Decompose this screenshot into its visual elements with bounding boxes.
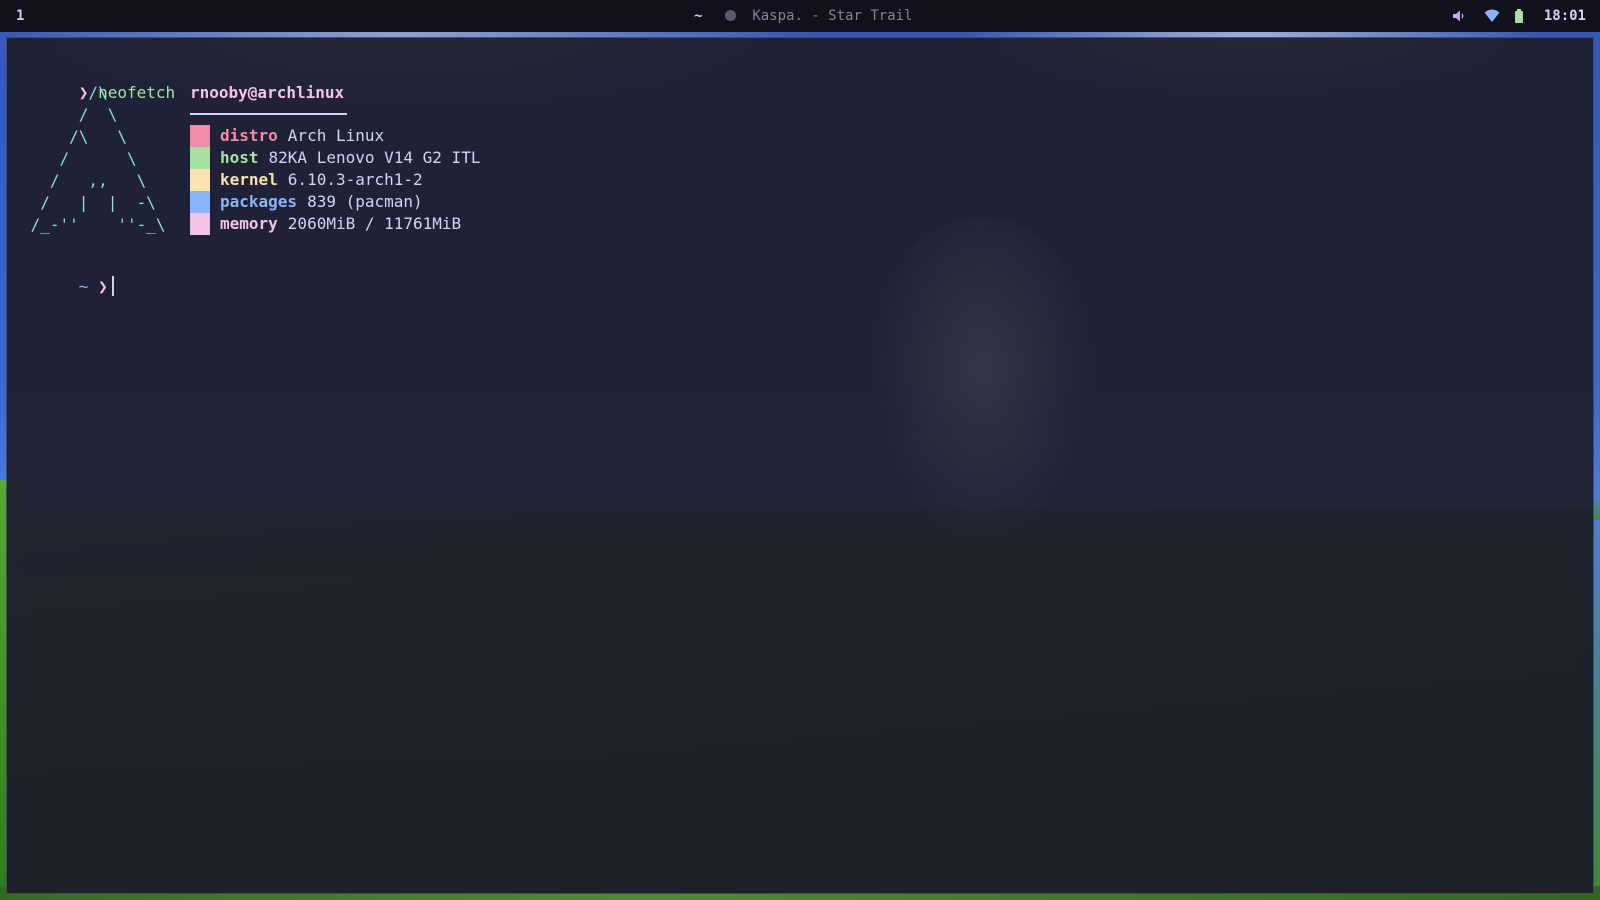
info-key: packages (220, 192, 298, 211)
info-row-host: host 82KA Lenovo V14 G2 ITL (190, 147, 480, 169)
wallpaper-ground-shade (7, 508, 1593, 893)
arch-logo: /\ / \ /\ \ / \ / ,, \ / | | -\ /_-'' ''… (21, 82, 166, 236)
color-swatch (190, 213, 210, 235)
text-cursor[interactable] (111, 276, 114, 296)
prompt-dir: ~ (78, 277, 89, 296)
logo-line: / \ (21, 105, 118, 124)
system-tray: 18:01 (1452, 7, 1586, 25)
media-title[interactable]: Kaspa. - Star Trail (752, 8, 912, 24)
input-prompt[interactable]: ~ ❯ (21, 254, 114, 320)
info-row-kernel: kernel 6.10.3-arch1-2 (190, 169, 423, 191)
info-row-memory: memory 2060MiB / 11761MiB (190, 213, 461, 235)
logo-line: / \ (21, 149, 137, 168)
info-value: 839 (pacman) (307, 192, 423, 211)
volume-icon[interactable] (1452, 9, 1466, 23)
clock[interactable]: 18:01 (1544, 8, 1586, 24)
user-host-underline (190, 113, 347, 115)
info-row-packages: packages 839 (pacman) (190, 191, 423, 213)
wifi-icon[interactable] (1484, 9, 1500, 23)
info-key: memory (220, 214, 278, 233)
info-key: distro (220, 126, 278, 145)
color-swatch (190, 147, 210, 169)
info-key: host (220, 148, 259, 167)
workspace-indicator[interactable]: 1 (16, 8, 24, 24)
info-value: 6.10.3-arch1-2 (287, 170, 423, 189)
prompt-symbol: ❯ (98, 277, 108, 296)
logo-line: /\ (21, 83, 108, 102)
top-bar: 1 ~ Kaspa. - Star Trail 18:01 (0, 0, 1600, 32)
info-row-distro: distro Arch Linux (190, 125, 384, 147)
terminal-window[interactable]: ❯ neofetch /\ / \ /\ \ / \ / ,, \ / | | … (6, 37, 1594, 894)
info-value: Arch Linux (287, 126, 385, 145)
logo-line: / ,, \ (21, 171, 147, 190)
logo-line: /\ \ (21, 127, 127, 146)
logo-line: / | | -\ (21, 193, 156, 212)
disc-icon (724, 10, 736, 21)
color-swatch (190, 169, 210, 191)
color-swatch (190, 191, 210, 213)
color-swatch (190, 125, 210, 147)
wallpaper-face-shade (867, 218, 1097, 548)
window-title-area: ~ Kaspa. - Star Trail (694, 8, 912, 26)
info-value: 2060MiB / 11761MiB (287, 214, 462, 233)
battery-icon[interactable] (1514, 9, 1524, 23)
desktop: 1 ~ Kaspa. - Star Trail 18:01 ❯ neofetch… (0, 0, 1600, 900)
logo-line: /_-'' ''-_\ (21, 215, 166, 234)
info-value: 82KA Lenovo V14 G2 ITL (268, 148, 481, 167)
cwd-label: ~ (694, 8, 703, 24)
info-key: kernel (220, 170, 278, 189)
user-host: rnooby@archlinux (190, 83, 345, 102)
